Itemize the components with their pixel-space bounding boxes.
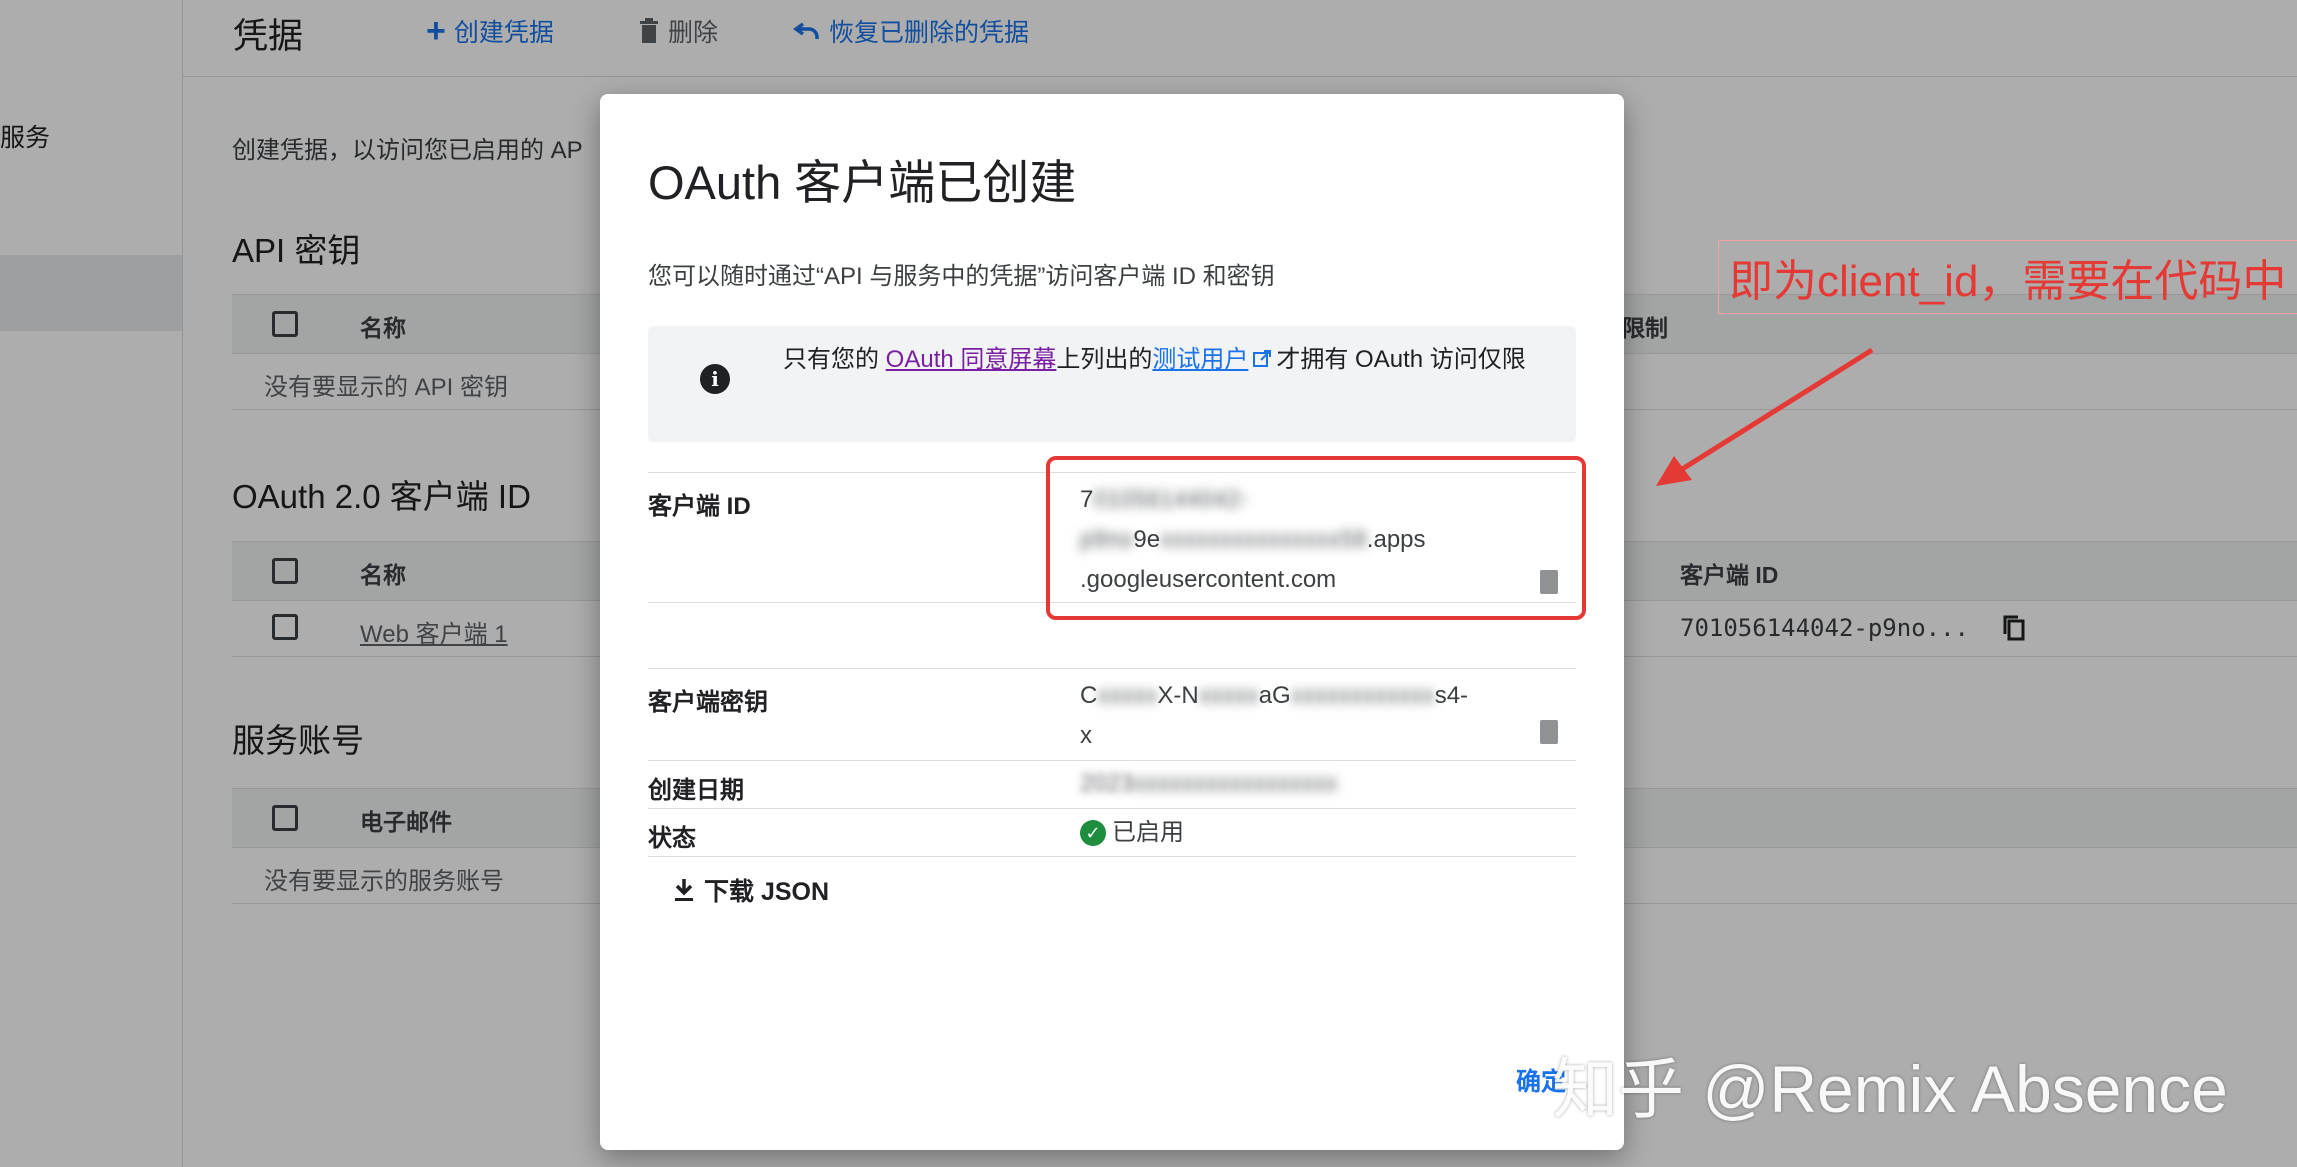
dialog-title: OAuth 客户端已创建 — [648, 156, 1077, 209]
divider — [648, 760, 1576, 761]
test-users-link[interactable]: 测试用户 — [1152, 346, 1248, 373]
notice-suffix: 才拥有 OAuth 访问仅限 — [1276, 346, 1526, 373]
consent-screen-link[interactable]: OAuth 同意屏幕 — [886, 346, 1057, 373]
status-label: 状态 — [648, 825, 696, 852]
notice-mid: 上列出的 — [1056, 346, 1153, 373]
test-users-notice: i 只有您的 OAuth 同意屏幕上列出的测试用户 才拥有 OAuth 访问仅限 — [648, 326, 1576, 442]
secret-redacted-3: xxxxxxxxxxxx — [1290, 682, 1435, 709]
secret-start: C — [1080, 682, 1098, 709]
annotation-arrow-icon — [1656, 347, 1874, 486]
notice-prefix: 只有您的 — [783, 346, 886, 373]
secret-line2: x — [1080, 722, 1092, 749]
copy-secret-icon[interactable] — [1540, 720, 1558, 744]
client-secret-value: CxxxxxX-NxxxxxaGxxxxxxxxxxxxs4- x — [1080, 676, 1580, 756]
client-id-highlight-box — [1046, 456, 1586, 620]
external-link-icon — [1253, 350, 1272, 367]
annotation-text: 即为client_id，需要在代码中 — [1718, 240, 2297, 314]
oauth-created-dialog: OAuth 客户端已创建 您可以随时通过“API 与服务中的凭据”访问客户端 I… — [600, 94, 1624, 1150]
download-json-button[interactable]: 下载 JSON — [672, 872, 829, 908]
created-date-redacted: xxxxxxxxxxxxxxxxx — [1133, 770, 1338, 797]
secret-mid: X-N — [1157, 682, 1199, 709]
zhihu-watermark: 知乎 @Remix Absence — [1552, 1052, 2228, 1126]
client-secret-label: 客户端密钥 — [648, 689, 768, 716]
status-text: 已启用 — [1112, 819, 1184, 846]
divider — [648, 668, 1576, 669]
divider — [648, 856, 1576, 857]
download-json-label: 下载 JSON — [704, 878, 830, 906]
client-id-label: 客户端 ID — [648, 493, 751, 520]
created-date-label: 创建日期 — [648, 777, 744, 804]
dialog-subtitle: 您可以随时通过“API 与服务中的凭据”访问客户端 ID 和密钥 — [648, 263, 1275, 290]
check-circle-icon: ✓ — [1080, 820, 1106, 846]
created-date-year: 2023 — [1080, 770, 1134, 797]
status-value: ✓ 已启用 — [1080, 812, 1580, 853]
divider — [648, 808, 1576, 809]
secret-end: s4- — [1434, 682, 1469, 709]
created-date-value: 2023xxxxxxxxxxxxxxxxx — [1080, 764, 1580, 804]
info-icon: i — [700, 364, 730, 394]
notice-text: 只有您的 OAuth 同意屏幕上列出的测试用户 才拥有 OAuth 访问仅限 — [783, 340, 1553, 380]
secret-mid2: aG — [1258, 682, 1291, 709]
secret-redacted-2: xxxxx — [1198, 682, 1259, 709]
download-icon — [675, 879, 693, 901]
secret-redacted-1: xxxxx — [1097, 682, 1158, 709]
